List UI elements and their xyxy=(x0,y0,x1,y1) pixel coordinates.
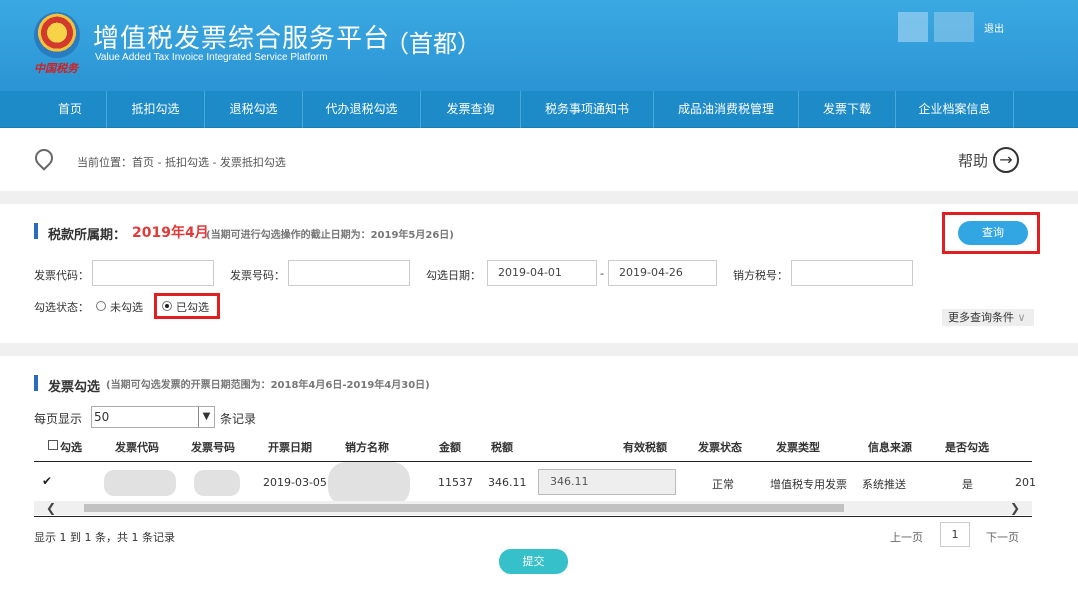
invoice-code-input[interactable] xyxy=(92,260,214,286)
query-button[interactable]: 查询 xyxy=(958,221,1028,245)
col-header-issue-date: 开票日期 xyxy=(268,441,312,454)
tax-cell: 346.11 xyxy=(488,476,527,489)
col-header-select: 勾选 xyxy=(60,441,82,454)
col-header-amount: 金额 xyxy=(439,441,461,454)
section-marker xyxy=(34,223,38,239)
status-label: 勾选状态： xyxy=(34,301,89,314)
status-cell: 正常 xyxy=(712,478,734,491)
section-divider xyxy=(0,191,1078,204)
invoice-number-input[interactable] xyxy=(288,260,410,286)
per-page-label: 每页显示 xyxy=(34,412,83,426)
col-header-status: 发票状态 xyxy=(698,441,742,454)
more-filters-label: 更多查询条件 xyxy=(948,311,1014,324)
location-pin-icon xyxy=(31,145,57,171)
nav-item-invoice-query[interactable]: 发票查询 xyxy=(421,91,521,128)
more-filters-button[interactable]: 更多查询条件 ∨ xyxy=(942,309,1034,326)
amount-cell: 11537 xyxy=(438,476,473,489)
selected-cell: 是 xyxy=(962,478,973,491)
nav-item-fuel-tax[interactable]: 成品油消费税管理 xyxy=(654,91,799,128)
tax-period-label: 税款所属期： xyxy=(48,228,127,243)
help-link[interactable]: 帮助 xyxy=(958,150,988,171)
records-label: 条记录 xyxy=(220,412,257,426)
source-cell: 系统推送 xyxy=(862,478,906,491)
tax-emblem-icon xyxy=(34,12,80,58)
date-separator: - xyxy=(600,267,604,280)
col-header-effective-tax: 有效税额 xyxy=(623,441,667,454)
date-to-input[interactable]: 2019-04-26 xyxy=(608,260,717,286)
col-header-selected: 是否勾选 xyxy=(945,441,989,454)
invoice-select-label: 发票勾选 xyxy=(48,380,101,395)
next-page-button[interactable]: 下一页 xyxy=(986,529,1019,545)
col-header-tax: 税额 xyxy=(491,441,513,454)
type-cell: 增值税专用发票 xyxy=(770,478,847,491)
col-header-type: 发票类型 xyxy=(776,441,820,454)
breadcrumb: 当前位置：首页 - 抵扣勾选 - 发票抵扣勾选 xyxy=(77,154,286,170)
check-date-label: 勾选日期： xyxy=(426,269,481,282)
pagination-info: 显示 1 到 1 条，共 1 条记录 xyxy=(34,531,175,544)
col-header-invoice-number: 发票号码 xyxy=(191,441,235,454)
row-checkbox[interactable]: ✔ xyxy=(42,475,52,487)
invoice-date-range-note: (当期可勾选发票的开票日期范围为：2018年4月6日-2019年4月30日) xyxy=(106,380,430,391)
tax-brand-label: 中国税务 xyxy=(34,62,78,75)
status-checked-radio[interactable] xyxy=(162,301,172,311)
overflow-cell: 201 xyxy=(1015,476,1036,489)
select-all-checkbox[interactable] xyxy=(48,440,58,450)
nav-item-invoice-download[interactable]: 发票下载 xyxy=(799,91,896,128)
seller-tax-input[interactable] xyxy=(791,260,913,286)
date-from-input[interactable]: 2019-04-01 xyxy=(487,260,597,286)
header-banner: 中国税务 增值税发票综合服务平台 Value Added Tax Invoice… xyxy=(0,0,1078,91)
page-number-button[interactable]: 1 xyxy=(940,522,970,547)
platform-subtitle: Value Added Tax Invoice Integrated Servi… xyxy=(95,52,328,63)
platform-title: 增值税发票综合服务平台 xyxy=(93,24,391,54)
breadcrumb-prefix: 当前位置： xyxy=(77,156,132,169)
section-marker xyxy=(34,375,38,391)
invoice-number-label: 发票号码： xyxy=(230,269,285,282)
arrow-right-circle-icon[interactable]: → xyxy=(993,147,1019,173)
logout-link[interactable]: 退出 xyxy=(984,20,1004,35)
chevron-down-icon[interactable]: ▼ xyxy=(198,407,214,427)
invoice-code-cell xyxy=(104,470,176,496)
nav-item-refund[interactable]: 退税勾选 xyxy=(205,91,303,128)
seller-tax-label: 销方税号： xyxy=(733,269,788,282)
per-page-value: 50 xyxy=(94,410,110,424)
seller-name-cell xyxy=(328,462,410,506)
status-checked-label[interactable]: 已勾选 xyxy=(176,299,209,315)
nav-item-tax-notice[interactable]: 税务事项通知书 xyxy=(521,91,654,128)
table-scrollbar[interactable]: ❮ ❯ xyxy=(34,501,1032,515)
scroll-right-icon[interactable]: ❯ xyxy=(1010,501,1020,515)
invoice-code-label: 发票代码： xyxy=(34,269,89,282)
invoice-number-cell xyxy=(194,470,240,496)
section-divider xyxy=(0,343,1078,356)
submit-button[interactable]: 提交 xyxy=(499,549,568,574)
status-unchecked-radio[interactable] xyxy=(96,301,106,311)
effective-tax-input[interactable]: 346.11 xyxy=(538,469,676,495)
user-name xyxy=(934,12,974,42)
table-header-divider xyxy=(34,461,1032,462)
chevron-down-icon: ∨ xyxy=(1014,311,1026,324)
col-header-invoice-code: 发票代码 xyxy=(115,441,159,454)
nav-item-company-profile[interactable]: 企业档案信息 xyxy=(896,91,1014,128)
status-unchecked-label[interactable]: 未勾选 xyxy=(110,299,143,315)
scrollbar-thumb[interactable] xyxy=(84,504,844,512)
scroll-left-icon[interactable]: ❮ xyxy=(46,501,56,515)
table-footer-divider xyxy=(34,516,1032,517)
issue-date-cell: 2019-03-05 xyxy=(263,476,327,489)
breadcrumb-path[interactable]: 首页 - 抵扣勾选 - 发票抵扣勾选 xyxy=(132,156,286,169)
col-header-seller-name: 销方名称 xyxy=(345,441,389,454)
user-avatar[interactable] xyxy=(898,12,928,42)
col-header-source: 信息来源 xyxy=(868,441,912,454)
nav-item-deduction[interactable]: 抵扣勾选 xyxy=(107,91,205,128)
nav-item-home[interactable]: 首页 xyxy=(34,91,107,128)
tax-period-value: 2019年4月 xyxy=(132,225,209,241)
platform-region: （首都） xyxy=(385,30,481,58)
per-page-select[interactable]: 50 ▼ xyxy=(91,406,215,428)
main-nav: 首页 抵扣勾选 退税勾选 代办退税勾选 发票查询 税务事项通知书 成品油消费税管… xyxy=(0,91,1078,128)
tax-period-note: (当期可进行勾选操作的截止日期为：2019年5月26日) xyxy=(206,230,454,241)
nav-item-agent-refund[interactable]: 代办退税勾选 xyxy=(303,91,421,128)
prev-page-button[interactable]: 上一页 xyxy=(890,529,923,545)
